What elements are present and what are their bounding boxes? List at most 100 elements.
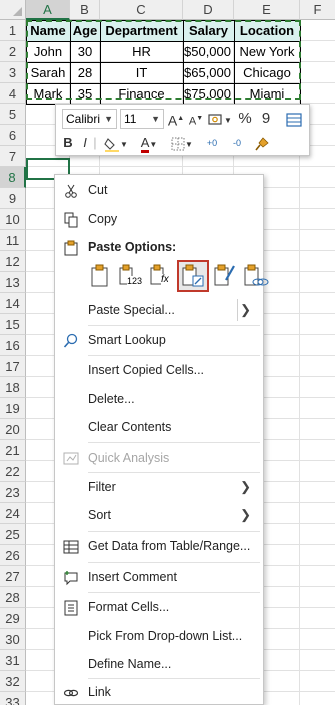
row-header-28[interactable]: 28 [0, 587, 26, 608]
row-header-13[interactable]: 13 [0, 272, 26, 293]
font-name-value: Calibri [66, 112, 101, 126]
row-header-26[interactable]: 26 [0, 545, 26, 566]
italic-button[interactable]: I [78, 133, 92, 153]
shrink-font-button[interactable]: A▼ [188, 109, 204, 129]
comma-style-button[interactable]: 9 [257, 109, 275, 129]
comment-icon [63, 569, 79, 586]
row-header-24[interactable]: 24 [0, 503, 26, 524]
paste-formatting-button[interactable] [212, 262, 240, 290]
table-icon [63, 538, 79, 554]
paste-link-button[interactable] [241, 262, 269, 290]
row-header-1[interactable]: 1 [0, 20, 26, 41]
format-painter-button[interactable] [252, 133, 272, 153]
row-header-18[interactable]: 18 [0, 377, 26, 398]
menu-label-delete: Delete... [88, 392, 135, 406]
row-header-14[interactable]: 14 [0, 293, 26, 314]
row-header-7[interactable]: 7 [0, 146, 26, 167]
row-header-9[interactable]: 9 [0, 188, 26, 209]
menu-label-link: Link [88, 685, 111, 699]
row-header-5[interactable]: 5 [0, 104, 26, 125]
font-name-box[interactable]: Calibri ▼ [62, 109, 117, 129]
chevron-down-icon: ▼ [104, 114, 113, 124]
menu-separator [88, 442, 260, 443]
bold-label: B [63, 135, 73, 150]
row-header-8[interactable]: 8 [0, 167, 26, 188]
paste-values-label: 123 [127, 276, 143, 286]
row-header-16[interactable]: 16 [0, 335, 26, 356]
row-header-30[interactable]: 30 [0, 629, 26, 650]
column-header-b[interactable]: B [70, 0, 100, 20]
paste-transpose-button[interactable] [177, 260, 209, 292]
column-header-a[interactable]: A [26, 0, 70, 20]
increase-decimal-button[interactable]: +0 [201, 133, 223, 153]
row-header-22[interactable]: 22 [0, 461, 26, 482]
split-divider [237, 299, 238, 321]
search-icon [63, 332, 79, 348]
row-header-31[interactable]: 31 [0, 650, 26, 671]
font-color-button[interactable]: A▼ [134, 133, 164, 153]
menu-item-clear-contents[interactable]: Clear Contents [55, 414, 263, 440]
paste-link-icon [244, 264, 269, 286]
paste-formulas-button[interactable]: fx [148, 262, 176, 290]
decrease-decimal-label: -0 [232, 138, 241, 148]
format-painter-icon [255, 136, 269, 151]
row-header-21[interactable]: 21 [0, 440, 26, 461]
row-header-20[interactable]: 20 [0, 419, 26, 440]
menu-item-link[interactable]: Link [55, 679, 263, 705]
menu-label-insert-copied: Insert Copied Cells... [88, 363, 205, 377]
menu-item-delete[interactable]: Delete... [55, 386, 263, 412]
paste-button[interactable] [86, 262, 114, 290]
row-header-33[interactable]: 33 [0, 692, 26, 705]
fill-color-button[interactable]: ▼ [101, 133, 131, 153]
paste-values-button[interactable]: 123 [117, 262, 145, 290]
row-header-3[interactable]: 3 [0, 62, 26, 83]
row-header-10[interactable]: 10 [0, 209, 26, 230]
column-header-c[interactable]: C [100, 0, 183, 20]
menu-item-get-data[interactable]: Get Data from Table/Range... [55, 533, 263, 559]
menu-item-cut[interactable]: Cut [55, 177, 263, 203]
row-header-25[interactable]: 25 [0, 524, 26, 545]
menu-item-format-cells[interactable]: Format Cells... [55, 594, 263, 620]
row-header-29[interactable]: 29 [0, 608, 26, 629]
chevron-down-icon: ▼ [151, 114, 160, 124]
row-header-15[interactable]: 15 [0, 314, 26, 335]
decrease-decimal-button[interactable]: -0 [226, 133, 248, 153]
borders-button[interactable]: ▼ [167, 133, 197, 153]
menu-separator [88, 531, 260, 532]
row-header-12[interactable]: 12 [0, 251, 26, 272]
row-header-23[interactable]: 23 [0, 482, 26, 503]
menu-item-copy[interactable]: Copy [55, 206, 263, 232]
percent-style-button[interactable]: % [236, 109, 254, 129]
chevron-right-icon[interactable]: ❯ [240, 297, 251, 323]
row-header-19[interactable]: 19 [0, 398, 26, 419]
select-all-corner[interactable] [0, 0, 26, 20]
menu-item-insert-copied-cells[interactable]: Insert Copied Cells... [55, 357, 263, 383]
row-header-11[interactable]: 11 [0, 230, 26, 251]
column-header-d[interactable]: D [183, 0, 234, 20]
row-header-32[interactable]: 32 [0, 671, 26, 692]
bold-button[interactable]: B [60, 133, 76, 153]
menu-label-insert-comment: Insert Comment [88, 570, 177, 584]
menu-item-paste-special[interactable]: Paste Special... ❯ [55, 297, 263, 323]
grow-font-button[interactable]: A▲ [167, 109, 185, 129]
row-header-27[interactable]: 27 [0, 566, 26, 587]
column-header-e[interactable]: E [234, 0, 300, 20]
column-header-f[interactable]: F [300, 0, 335, 20]
font-size-box[interactable]: 11 ▼ [120, 109, 164, 129]
row-header-17[interactable]: 17 [0, 356, 26, 377]
row-header-6[interactable]: 6 [0, 125, 26, 146]
menu-item-pick-dropdown[interactable]: Pick From Drop-down List... [55, 623, 263, 649]
menu-item-sort[interactable]: Sort ❯ [55, 502, 263, 528]
context-menu: Cut Copy Paste Options: 123 fx Paste Spe… [54, 174, 269, 705]
menu-label-smart-lookup: Smart Lookup [88, 333, 166, 347]
row-header-2[interactable]: 2 [0, 41, 26, 62]
menu-label-paste-options: Paste Options: [88, 240, 177, 254]
menu-item-filter[interactable]: Filter ❯ [55, 474, 263, 500]
row-header-4[interactable]: 4 [0, 83, 26, 104]
menu-item-insert-comment[interactable]: Insert Comment [55, 564, 263, 590]
wrap-table-button[interactable] [284, 109, 304, 129]
menu-item-smart-lookup[interactable]: Smart Lookup [55, 327, 263, 353]
accounting-format-button[interactable]: ▼ [207, 109, 233, 129]
fill-bucket-icon [104, 137, 120, 152]
menu-item-define-name[interactable]: Define Name... [55, 651, 263, 677]
